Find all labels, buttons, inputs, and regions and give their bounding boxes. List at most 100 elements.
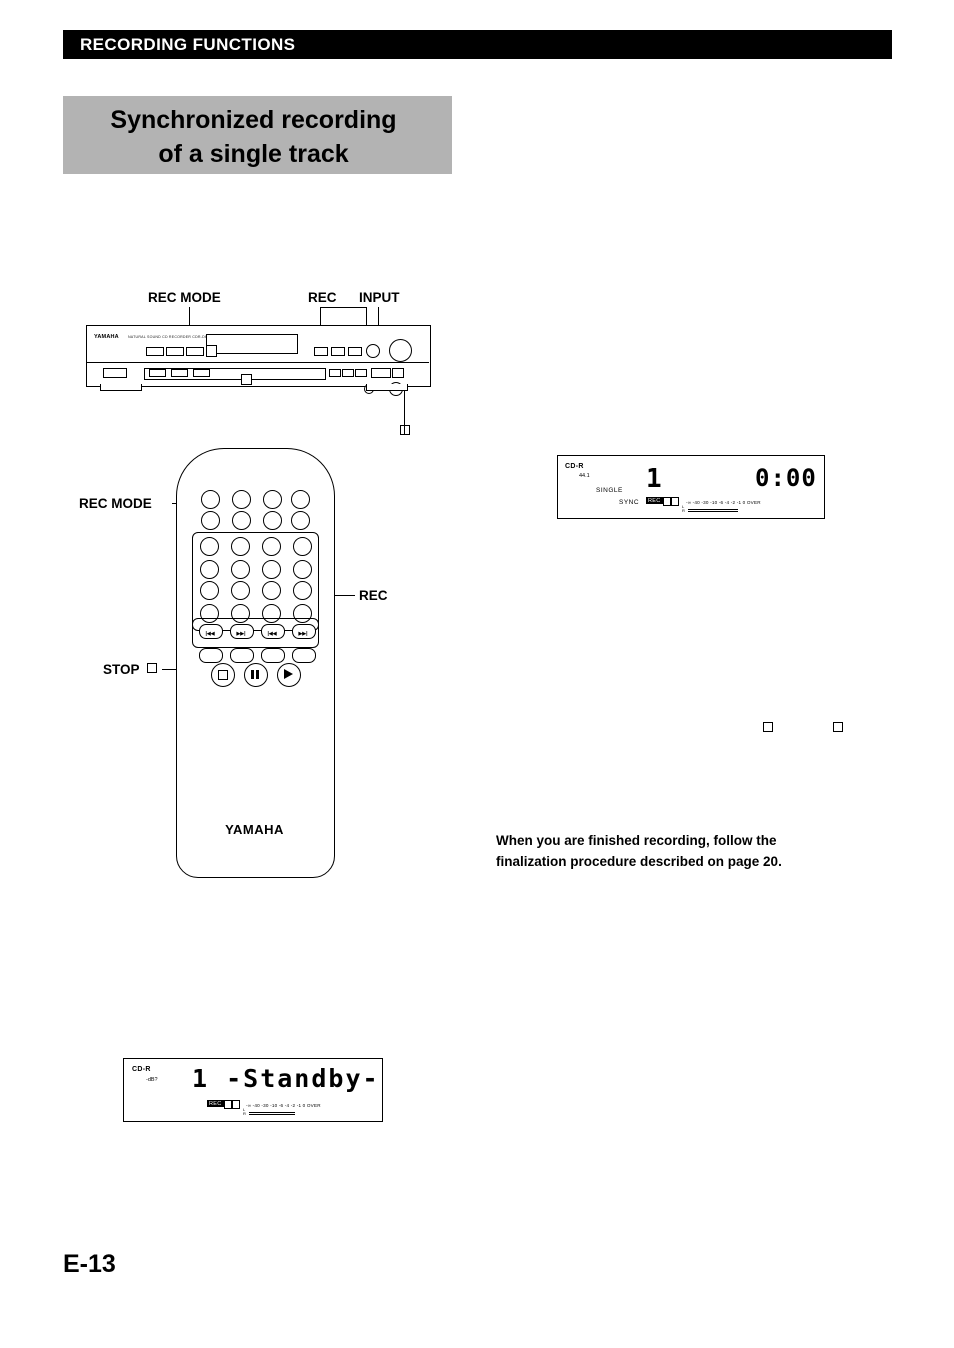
display-top-rec-badge: REC bbox=[646, 497, 663, 504]
deck-brand-logo: YAMAHA bbox=[94, 334, 119, 340]
display-top-sync-label: SYNC bbox=[619, 499, 640, 506]
remote-transport-label-4: ▶▶| bbox=[298, 631, 308, 637]
page-header-title: RECORDING FUNCTIONS bbox=[80, 35, 296, 54]
display-bottom-indicator-1 bbox=[224, 1100, 232, 1109]
remote-button-pause[interactable] bbox=[244, 663, 268, 687]
deck-lower-button-9[interactable] bbox=[392, 368, 404, 378]
pause-icon-bar2 bbox=[256, 670, 259, 679]
display-bottom-meter-bar-l bbox=[249, 1112, 295, 1113]
callout-input-deck: INPUT bbox=[359, 290, 400, 305]
remote-key-4[interactable] bbox=[293, 537, 312, 556]
deck-button-4[interactable] bbox=[314, 347, 328, 356]
finalization-note-line2: finalization procedure described on page… bbox=[496, 853, 782, 869]
deck-disc-tray[interactable] bbox=[144, 368, 326, 380]
deck-lower-button-6[interactable] bbox=[342, 369, 354, 377]
deck-model-text: NATURAL SOUND CD RECORDER CDR-D651 bbox=[128, 335, 212, 339]
deck-input-knob[interactable] bbox=[366, 344, 380, 358]
remote-button-r1c1[interactable] bbox=[201, 490, 220, 509]
display-top-meter-bar-r bbox=[688, 511, 738, 512]
display-bottom-cdr-label: CD-R bbox=[132, 1066, 151, 1073]
remote-button-skip-1[interactable] bbox=[199, 648, 223, 663]
deck-volume-knob[interactable] bbox=[389, 339, 412, 362]
deck-lower-button-1[interactable] bbox=[103, 368, 127, 378]
square-mark-right-1 bbox=[763, 722, 773, 732]
remote-key-12[interactable] bbox=[293, 581, 312, 600]
finalization-note-line1: When you are finished recording, follow … bbox=[496, 833, 777, 848]
section-title-line1: Synchronized recording bbox=[110, 106, 397, 134]
remote-button-r2c4[interactable] bbox=[291, 511, 310, 530]
remote-key-7[interactable] bbox=[262, 560, 281, 579]
callout-rec-deck: REC bbox=[308, 290, 337, 305]
deck-button-rec-mode[interactable] bbox=[186, 347, 204, 356]
remote-button-r1c2[interactable] bbox=[232, 490, 251, 509]
callout-rec-mode-deck: REC MODE bbox=[148, 290, 221, 305]
remote-key-10[interactable] bbox=[231, 581, 250, 600]
remote-button-play[interactable] bbox=[277, 663, 301, 687]
page-number: E-13 bbox=[63, 1250, 116, 1278]
display-bottom-khz-label: -dB? bbox=[146, 1077, 158, 1083]
section-title-block: Synchronized recording of a single track bbox=[63, 96, 452, 174]
display-panel-top: CD-R 44.1 SINGLE SYNC REC 1 0:00 -∞ -40 … bbox=[557, 455, 825, 519]
display-top-track-number: 1 bbox=[646, 464, 662, 494]
deck-lower-button-7[interactable] bbox=[355, 369, 367, 377]
section-title: Synchronized recording of a single track bbox=[63, 104, 444, 172]
display-top-time: 0:00 bbox=[755, 464, 817, 492]
remote-key-6[interactable] bbox=[231, 560, 250, 579]
remote-button-r2c1[interactable] bbox=[201, 511, 220, 530]
callout-stop-label: STOP bbox=[103, 662, 140, 677]
remote-button-skip-2[interactable] bbox=[230, 648, 254, 663]
deck-button-3[interactable] bbox=[206, 345, 217, 357]
page-header-bar: RECORDING FUNCTIONS bbox=[63, 30, 892, 59]
remote-button-skip-4[interactable] bbox=[292, 648, 316, 663]
deck-button-1[interactable] bbox=[146, 347, 164, 356]
remote-transport-label-1: |◀◀ bbox=[205, 631, 215, 637]
callout-stop-remote: STOP bbox=[103, 662, 158, 677]
stop-square-icon bbox=[147, 663, 158, 673]
section-title-line2: of a single track bbox=[158, 139, 349, 168]
display-bottom-rec-badge: REC bbox=[207, 1100, 224, 1107]
display-top-meter-bar-l bbox=[688, 509, 738, 510]
remote-button-r1c3[interactable] bbox=[263, 490, 282, 509]
deck-display-window bbox=[206, 334, 298, 354]
remote-key-11[interactable] bbox=[262, 581, 281, 600]
callout-rec-remote: REC bbox=[359, 588, 388, 603]
cd-recorder-illustration: YAMAHA NATURAL SOUND CD RECORDER CDR-D65… bbox=[86, 325, 431, 412]
remote-button-r2c2[interactable] bbox=[232, 511, 251, 530]
deck-lower-button-8[interactable] bbox=[371, 368, 391, 378]
play-icon bbox=[284, 669, 293, 679]
remote-transport-label-3: |◀◀ bbox=[267, 631, 277, 637]
display-top-indicator-2 bbox=[671, 497, 679, 506]
display-top-khz-label: 44.1 bbox=[579, 473, 590, 479]
display-top-indicator-1 bbox=[663, 497, 671, 506]
display-top-db-scale: -∞ -40 -30 -10 -6 -4 -2 -1 0 OVER bbox=[686, 500, 761, 505]
remote-brand-logo: YAMAHA bbox=[225, 822, 284, 837]
remote-button-r2c3[interactable] bbox=[263, 511, 282, 530]
remote-button-stop[interactable] bbox=[211, 663, 235, 687]
remote-key-1[interactable] bbox=[200, 537, 219, 556]
remote-button-skip-3[interactable] bbox=[261, 648, 285, 663]
display-bottom-meter-bar-r bbox=[249, 1114, 295, 1115]
deck-disc-icon bbox=[241, 374, 252, 385]
deck-foot-right bbox=[366, 384, 408, 391]
display-bottom-message: 1 -Standby- bbox=[192, 1064, 380, 1093]
pause-icon-bar1 bbox=[251, 670, 254, 679]
leader-rec-deck-h bbox=[320, 307, 367, 308]
deck-button-2[interactable] bbox=[166, 347, 184, 356]
stop-icon bbox=[218, 670, 228, 680]
remote-button-rec-mode[interactable] bbox=[291, 490, 310, 509]
remote-key-3[interactable] bbox=[262, 537, 281, 556]
remote-key-9[interactable] bbox=[200, 581, 219, 600]
remote-transport-label-2: ▶▶| bbox=[236, 631, 246, 637]
remote-key-8[interactable] bbox=[293, 560, 312, 579]
deck-foot-left bbox=[100, 384, 142, 391]
callout-rec-mode-remote: REC MODE bbox=[79, 496, 152, 511]
deck-button-5[interactable] bbox=[348, 347, 362, 356]
remote-key-5[interactable] bbox=[200, 560, 219, 579]
remote-key-2[interactable] bbox=[231, 537, 250, 556]
deck-button-rec[interactable] bbox=[331, 347, 345, 356]
display-panel-bottom: CD-R -dB? REC 1 -Standby- -∞ -40 -30 -10… bbox=[123, 1058, 383, 1122]
display-top-cdr-label: CD-R bbox=[565, 463, 584, 470]
deck-lower-button-5[interactable] bbox=[329, 369, 341, 377]
finalization-note: When you are finished recording, follow … bbox=[496, 831, 876, 873]
display-top-single-label: SINGLE bbox=[596, 487, 623, 494]
